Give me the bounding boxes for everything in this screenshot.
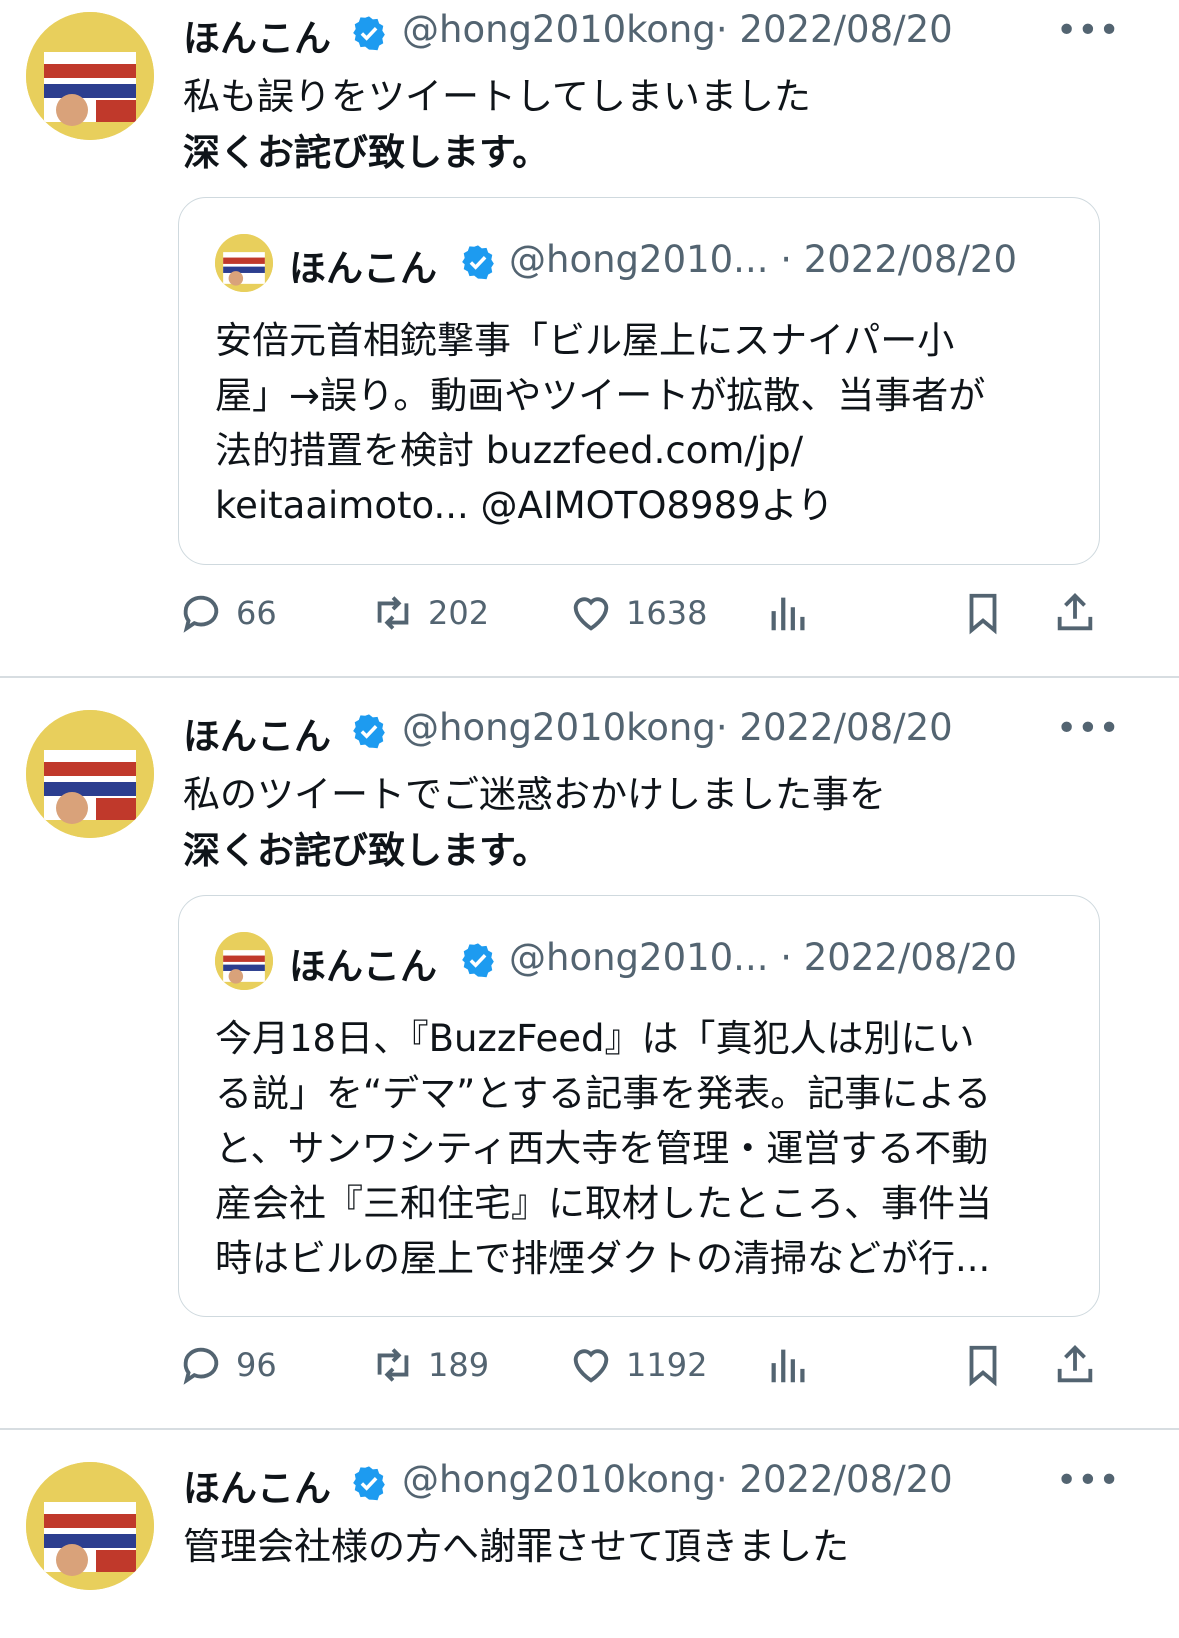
reply-count: 96 [236,1346,277,1384]
tweet-text-line: 私も誤りをツイートしてしまいました [183,75,811,118]
reply-count: 66 [236,594,277,632]
tweet-actions: 66 202 1638 [0,583,1179,643]
author-handle[interactable]: @hong2010kong· 2022/08/20 [402,1458,953,1501]
tweet[interactable]: ほんこん @hong2010kong· 2022/08/20 ••• 私も誤りを… [0,0,1179,676]
views-icon [771,597,805,631]
reply-button[interactable]: 96 [178,1335,277,1395]
views-button[interactable] [766,1335,812,1395]
views-icon [771,1349,805,1383]
avatar [215,932,273,990]
heart-icon [573,1349,609,1383]
quoted-text-line: 安倍元首相銃撃事「ビル屋上にスナイパー小 [215,319,955,362]
retweet-icon [377,596,409,630]
retweet-icon [377,1348,409,1382]
retweet-button[interactable]: 189 [370,1335,489,1395]
more-icon[interactable]: ••• [1056,708,1120,749]
quoted-text-line: keitaaimoto... @AIMOTO8989より [215,484,834,527]
quoted-text-line: 屋」→誤り。動画やツイートが拡散、当事者が [215,374,986,417]
avatar[interactable] [26,710,154,838]
bookmark-icon [969,593,997,635]
quoted-tweet[interactable]: ほんこん @hong2010... · 2022/08/20 安倍元首相銃撃事「… [178,197,1100,565]
author-handle[interactable]: @hong2010kong· 2022/08/20 [402,706,953,749]
more-icon[interactable]: ••• [1056,10,1120,51]
avatar [215,234,273,292]
like-count: 1192 [626,1346,708,1384]
share-icon [1057,1345,1093,1383]
quoted-author-handle: @hong2010... · 2022/08/20 [509,238,1018,281]
avatar[interactable] [26,12,154,140]
tweet-text-line: 私のツイートでご迷惑おかけしました事を [183,773,886,816]
quoted-text-line: 産会社『三和住宅』に取材したところ、事件当 [215,1182,992,1225]
author-name[interactable]: ほんこん [183,1458,331,1512]
verified-badge-icon [353,714,385,749]
heart-icon [573,597,609,631]
quoted-text-line: る説」を“デマ”とする記事を発表。記事による [215,1072,992,1115]
divider [0,676,1179,678]
tweet[interactable]: ほんこん @hong2010kong· 2022/08/20 ••• 私のツイー… [0,698,1179,1428]
reply-icon [183,1347,219,1385]
verified-badge-icon [353,1466,385,1501]
tweet-actions: 96 189 1192 [0,1335,1179,1395]
share-icon [1057,593,1093,631]
quoted-text-line: 時はビルの屋上で排煙ダクトの清掃などが行... [215,1237,991,1280]
quoted-author-name: ほんこん [289,945,437,988]
reply-icon [183,595,219,633]
divider [0,1428,1179,1430]
tweet[interactable]: ほんこん @hong2010kong· 2022/08/20 ••• 管理会社様… [0,1450,1179,1638]
tweet-text-line: 深くお詫び致します。 [183,131,550,174]
like-button[interactable]: 1638 [568,583,707,643]
quoted-author-name: ほんこん [289,247,437,290]
quoted-text-line: と、サンワシティ西大寺を管理・運営する不動 [215,1127,989,1170]
like-count: 1638 [626,594,708,632]
quoted-tweet[interactable]: ほんこん @hong2010... · 2022/08/20 今月18日、『Bu… [178,895,1100,1317]
like-button[interactable]: 1192 [568,1335,707,1395]
verified-badge-icon [462,245,494,280]
retweet-button[interactable]: 202 [370,583,489,643]
bookmark-button[interactable] [960,583,1006,643]
quoted-text-line: 法的措置を検討 buzzfeed.com/jp/ [215,429,804,472]
views-button[interactable] [766,583,812,643]
bookmark-button[interactable] [960,1335,1006,1395]
share-button[interactable] [1052,583,1098,643]
author-handle[interactable]: @hong2010kong· 2022/08/20 [402,8,953,51]
quoted-text-line: 今月18日、『BuzzFeed』は「真犯人は別にい [215,1017,975,1060]
verified-badge-icon [353,16,385,51]
quoted-author-handle: @hong2010... · 2022/08/20 [509,936,1018,979]
tweet-text-line: 深くお詫び致します。 [183,829,550,872]
retweet-count: 189 [428,1346,490,1384]
retweet-count: 202 [428,594,490,632]
verified-badge-icon [462,943,494,978]
avatar[interactable] [26,1462,154,1590]
bookmark-icon [969,1345,997,1387]
author-name[interactable]: ほんこん [183,706,331,760]
author-name[interactable]: ほんこん [183,8,331,62]
tweet-text-line: 管理会社様の方へ謝罪させて頂きました [183,1525,849,1568]
more-icon[interactable]: ••• [1056,1460,1120,1501]
share-button[interactable] [1052,1335,1098,1395]
reply-button[interactable]: 66 [178,583,277,643]
